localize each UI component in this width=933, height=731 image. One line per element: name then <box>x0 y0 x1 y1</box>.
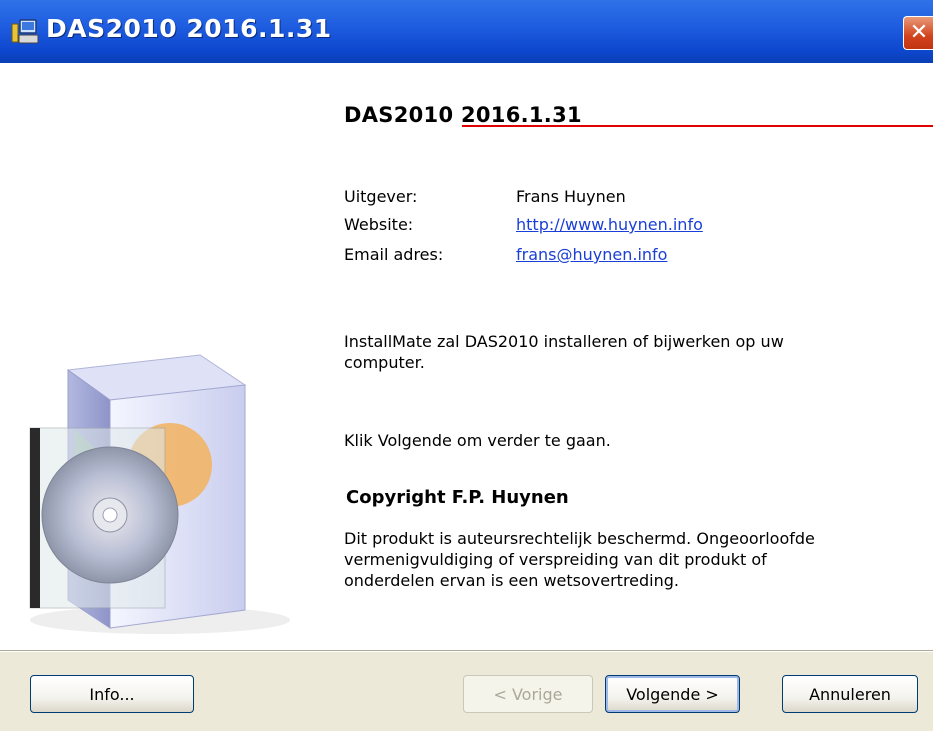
footer-divider-highlight <box>0 651 933 652</box>
email-link[interactable]: frans@huynen.info <box>516 245 667 264</box>
email-label: Email adres: <box>344 245 444 264</box>
wizard-content: DAS2010 2016.1.31 Uitgever: Frans Huynen… <box>0 63 933 650</box>
info-button[interactable]: Info... <box>30 675 194 713</box>
back-button[interactable]: < Vorige <box>463 675 593 713</box>
copyright-line-1: Dit produkt is auteursrechtelijk bescher… <box>344 529 815 548</box>
website-link[interactable]: http://www.huynen.info <box>516 215 703 234</box>
intro-line-2: computer. <box>344 353 425 372</box>
next-button[interactable]: Volgende > <box>605 675 740 713</box>
publisher-label: Uitgever: <box>344 187 418 206</box>
copyright-title: Copyright F.P. Huynen <box>346 487 569 508</box>
close-icon: ✕ <box>909 20 929 45</box>
installer-app-icon <box>11 19 39 44</box>
software-box-illustration <box>0 310 290 650</box>
copyright-line-3: onderdelen ervan is een wetsovertreding. <box>344 571 679 590</box>
copyright-line-2: vermenigvuldiging of verspreiding van di… <box>344 550 767 569</box>
title-bar: DAS2010 2016.1.31 ✕ <box>0 0 933 63</box>
cancel-button[interactable]: Annuleren <box>782 675 918 713</box>
window-title: DAS2010 2016.1.31 <box>46 14 332 43</box>
website-label: Website: <box>344 215 414 234</box>
publisher-value: Frans Huynen <box>516 187 626 206</box>
intro-text: InstallMate zal DAS2010 installeren of b… <box>344 331 904 373</box>
intro-line-1: InstallMate zal DAS2010 installeren of b… <box>344 332 784 351</box>
copyright-text: Dit produkt is auteursrechtelijk bescher… <box>344 528 904 591</box>
product-title: DAS2010 2016.1.31 <box>344 103 582 127</box>
next-hint-text: Klik Volgende om verder te gaan. <box>344 431 611 450</box>
close-button[interactable]: ✕ <box>903 16 933 50</box>
annotation-underline <box>462 125 933 127</box>
